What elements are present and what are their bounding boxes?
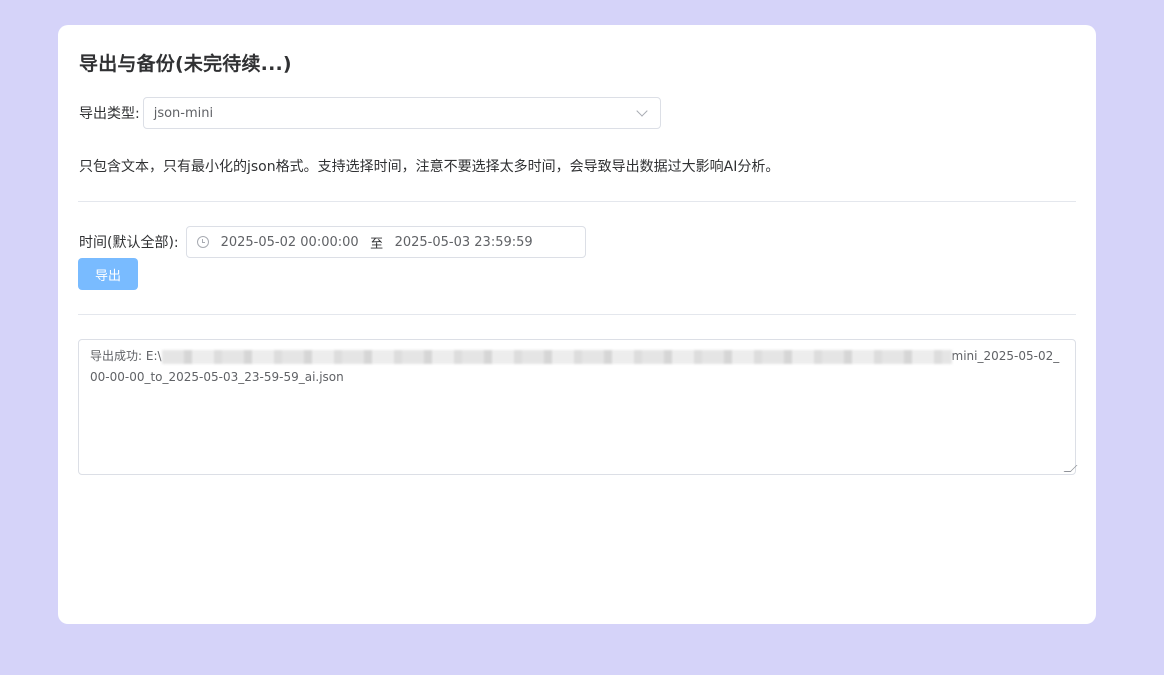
result-prefix: 导出成功: E:\ — [90, 349, 162, 363]
range-separator: 至 — [370, 236, 384, 252]
export-result-textarea[interactable]: 导出成功: E:\ mini_2025-05-02_00-00-00_to_202… — [78, 339, 1078, 475]
redacted-path-mask — [161, 349, 952, 364]
export-button[interactable]: 导出 — [78, 258, 138, 290]
divider-bottom — [78, 314, 1076, 315]
divider-top — [78, 201, 1076, 202]
clock-icon — [196, 236, 209, 248]
export-type-selected-value: json-mini — [153, 105, 214, 121]
time-range-label: 时间(默认全部): — [79, 235, 179, 251]
chevron-down-icon — [636, 105, 648, 117]
export-backup-card: 导出与备份(未完待续...) 导出类型: json-mini 只包含文本，只有最… — [58, 25, 1096, 624]
date-range-picker[interactable]: 2025-05-02 00:00:00 至 2025-05-03 23:59:5… — [185, 226, 586, 258]
export-type-label: 导出类型: — [79, 106, 140, 122]
export-type-select[interactable]: json-mini — [142, 97, 661, 129]
resize-handle-icon[interactable] — [1063, 465, 1078, 472]
range-start-input[interactable]: 2025-05-02 00:00:00 — [215, 235, 365, 250]
export-type-row: 导出类型: json-mini — [79, 97, 661, 129]
export-type-description: 只包含文本，只有最小化的json格式。支持选择时间，注意不要选择太多时间，会导致… — [79, 159, 780, 175]
time-range-row: 时间(默认全部): 2025-05-02 00:00:00 至 2025-05-… — [79, 226, 586, 258]
page-title: 导出与备份(未完待续...) — [79, 53, 292, 75]
range-end-input[interactable]: 2025-05-03 23:59:59 — [389, 235, 539, 250]
export-result-text: 导出成功: E:\ mini_2025-05-02_00-00-00_to_202… — [90, 346, 1064, 388]
